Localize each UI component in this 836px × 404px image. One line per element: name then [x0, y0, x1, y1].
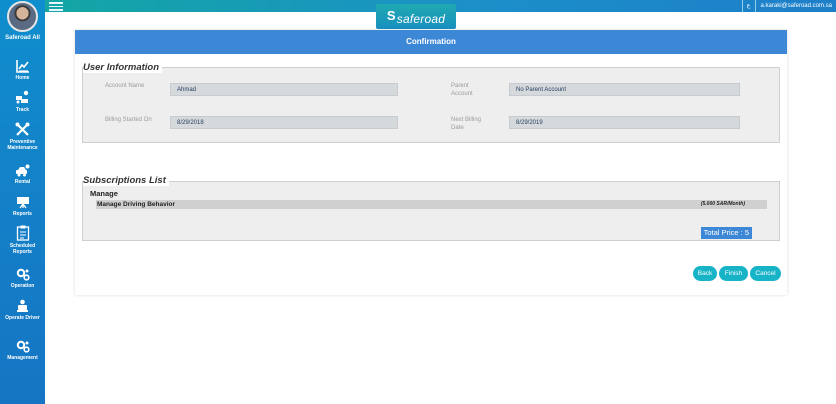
subscriptions-box: Manage Manage Driving Behavior (5.000 SA… — [82, 181, 780, 241]
avatar[interactable] — [7, 1, 38, 32]
subscriptions-list-title: Subscriptions List — [83, 175, 169, 186]
confirmation-panel: Confirmation Account Name Ahmad Parent A… — [75, 30, 787, 295]
tools-icon — [15, 122, 30, 136]
next-billing-label: Next Billing Date — [451, 117, 482, 131]
sidebar-user-name: Saferoad All — [5, 35, 40, 41]
user-email[interactable]: a.karaki@saferoad.com.sa — [756, 0, 836, 12]
sidebar-item-rental[interactable]: Rental — [0, 164, 45, 185]
sidebar-item-label: Management — [7, 355, 38, 361]
back-button[interactable]: Back — [693, 266, 717, 281]
language-toggle[interactable]: ع — [741, 0, 756, 12]
top-right-area: ع a.karaki@saferoad.com.sa — [741, 0, 836, 12]
finish-button[interactable]: Finish — [719, 266, 748, 281]
sidebar-item-label: Operation — [10, 283, 35, 289]
sidebar-item-operate-driver[interactable]: Operate Driver — [0, 299, 45, 321]
sidebar-item-label: Preventive Maintenance — [7, 139, 38, 151]
total-price: Total Price : 5 — [700, 227, 752, 239]
sidebar-item-label: Rental — [14, 179, 31, 185]
parent-account-value: No Parent Account — [509, 83, 740, 96]
subscription-row: Manage Driving Behavior (5.000 SAR/Month… — [96, 200, 767, 209]
driver-icon — [17, 299, 28, 312]
sidebar-item-scheduled-reports[interactable]: Scheduled Reports — [0, 225, 45, 255]
car-icon — [16, 164, 30, 177]
board-icon — [16, 197, 29, 209]
billing-started-value: 8/29/2018 — [170, 116, 398, 129]
sidebar-item-label: Reports — [13, 211, 32, 217]
track-icon — [16, 90, 29, 104]
subscriptions-section: Manage Manage Driving Behavior (5.000 SA… — [82, 181, 780, 241]
account-name-value: Ahmad — [170, 83, 398, 96]
logo-mark: S — [386, 8, 396, 23]
user-information-section: Account Name Ahmad Parent Account No Par… — [82, 67, 780, 143]
saferoad-logo: Ssaferoad — [376, 4, 456, 29]
menu-toggle-icon[interactable] — [49, 2, 63, 11]
account-name-label: Account Name — [105, 83, 145, 89]
sidebar: Saferoad All Home Track Preventive Maint… — [0, 0, 45, 404]
sidebar-item-operation[interactable]: Operation — [0, 268, 45, 289]
sidebar-item-track[interactable]: Track — [0, 90, 45, 113]
logo-text: saferoad — [396, 12, 446, 26]
sidebar-item-label: Operate Driver — [5, 315, 40, 321]
user-information-title: User Information — [83, 62, 163, 73]
subscription-price: (5.000 SAR/Month) — [700, 201, 745, 207]
sidebar-item-label: Track — [15, 107, 30, 113]
gears-icon — [16, 268, 30, 281]
parent-account-label: Parent Account — [451, 83, 473, 97]
sidebar-item-reports[interactable]: Reports — [0, 196, 45, 217]
sidebar-item-management[interactable]: Management — [0, 340, 45, 361]
subscription-name: Manage Driving Behavior — [97, 201, 176, 208]
sidebar-item-preventive-maintenance[interactable]: Preventive Maintenance — [0, 122, 45, 151]
gears-icon — [16, 340, 30, 353]
sidebar-item-label: Home — [15, 75, 30, 81]
page-title: Confirmation — [75, 30, 787, 54]
schedule-icon — [16, 225, 29, 241]
next-billing-value: 8/29/2019 — [509, 116, 740, 129]
sidebar-item-home[interactable]: Home — [0, 59, 45, 81]
chart-icon — [15, 60, 29, 73]
billing-started-label: Billing Started On — [105, 117, 152, 123]
sidebar-item-label: Scheduled Reports — [9, 243, 36, 255]
subscription-group-title: Manage — [90, 189, 118, 198]
cancel-button[interactable]: Cancel — [750, 266, 781, 281]
